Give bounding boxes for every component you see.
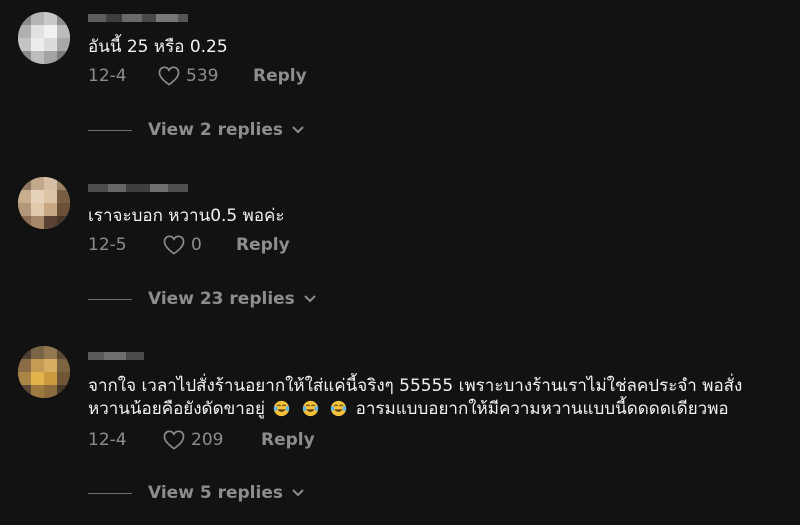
reply-button[interactable]: Reply xyxy=(236,235,290,255)
avatar[interactable] xyxy=(18,177,70,229)
reply-button[interactable]: Reply xyxy=(253,66,307,86)
view-replies-button[interactable]: View 23 replies xyxy=(88,287,317,311)
heart-icon xyxy=(158,66,180,86)
view-replies-label: View 23 replies xyxy=(148,289,295,309)
comment-meta: 12-5 0 Reply xyxy=(88,233,290,257)
comment-meta: 12-4 209 Reply xyxy=(88,428,315,452)
comment-text-line: จากใจ เวลาไปสั่งร้านอยากให้ใส่แค่นี้จริง… xyxy=(88,376,743,396)
like-button[interactable]: 0 xyxy=(163,235,236,255)
username-blurred[interactable] xyxy=(88,184,188,200)
view-replies-label: View 2 replies xyxy=(148,120,283,140)
like-button[interactable]: 539 xyxy=(158,66,253,86)
comment-date: 12-4 xyxy=(88,430,127,450)
comment-text-segment: อารมแบบอยากให้มีความหวานแบบนี้ดดดดเดียวพ… xyxy=(355,399,729,419)
divider-line xyxy=(88,129,132,131)
comment-date: 12-5 xyxy=(88,235,127,255)
like-count: 209 xyxy=(191,430,224,450)
username-blurred[interactable] xyxy=(88,14,188,30)
comment-meta: 12-4 539 Reply xyxy=(88,64,307,88)
avatar[interactable] xyxy=(18,346,70,398)
username-blurred[interactable] xyxy=(88,352,144,368)
comment-text: อันนี้ 25 หรือ 0.25 xyxy=(88,37,228,57)
chevron-down-icon xyxy=(304,295,316,303)
face-with-tears-of-joy-icon xyxy=(331,400,347,417)
like-count: 539 xyxy=(186,66,219,86)
heart-icon xyxy=(163,430,185,450)
comment-text: จากใจ เวลาไปสั่งร้านอยากให้ใส่แค่นี้จริง… xyxy=(88,375,742,421)
view-replies-button[interactable]: View 2 replies xyxy=(88,118,305,142)
like-count: 0 xyxy=(191,235,202,255)
chevron-down-icon xyxy=(292,489,304,497)
comment-text-line: หวานน้อยคือยังดัดขาอยู่ อารมแบบอยากให้มี… xyxy=(88,398,742,421)
comment-date: 12-4 xyxy=(88,66,127,86)
comment-text: เราจะบอก หวาน0.5 พอค่ะ xyxy=(88,206,285,226)
divider-line xyxy=(88,298,132,300)
view-replies-label: View 5 replies xyxy=(148,483,283,503)
reply-button[interactable]: Reply xyxy=(261,430,315,450)
view-replies-button[interactable]: View 5 replies xyxy=(88,481,305,505)
divider-line xyxy=(88,492,132,494)
face-with-tears-of-joy-icon xyxy=(302,400,318,417)
avatar[interactable] xyxy=(18,12,70,64)
face-with-tears-of-joy-icon xyxy=(274,400,290,417)
heart-icon xyxy=(163,235,185,255)
comment-text-segment: หวานน้อยคือยังดัดขาอยู่ xyxy=(88,399,265,419)
chevron-down-icon xyxy=(292,126,304,134)
like-button[interactable]: 209 xyxy=(163,430,261,450)
